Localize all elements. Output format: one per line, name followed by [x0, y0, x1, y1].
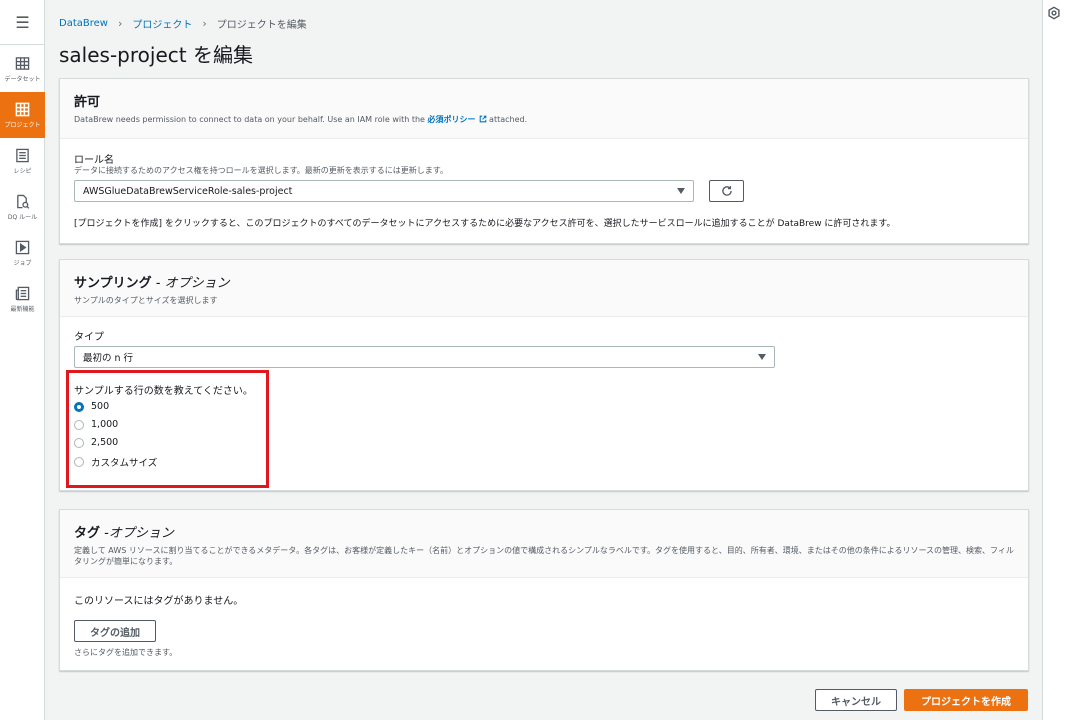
nav-item-label: データセット [4, 75, 41, 83]
cancel-button[interactable]: キャンセル [815, 689, 897, 711]
nav-item-projects[interactable]: プロジェクト [0, 92, 45, 138]
tags-description: 定義して AWS リソースに割り当てることができるメタデータ。各タグは、お客様が… [74, 546, 1014, 566]
add-tag-button[interactable]: タグの追加 [74, 620, 156, 642]
project-grid-icon [15, 102, 30, 116]
radio-option-2500[interactable]: 2,500 [74, 437, 118, 448]
newspaper-icon [15, 286, 30, 300]
sampling-header: サンプリング - オプション サンプルのタイプとサイズを選択します [60, 260, 1028, 317]
nav-item-label: ジョブ [13, 259, 32, 267]
role-name-label: ロール名 [74, 155, 114, 166]
breadcrumb: DataBrew › プロジェクト › プロジェクトを編集 [59, 16, 307, 31]
tags-title-optional: -オプション [100, 526, 174, 541]
nav-item-recipes[interactable]: レシピ [0, 138, 45, 184]
radio-label: 2,500 [91, 437, 119, 448]
nav-divider [0, 44, 45, 45]
caret-down-icon [758, 354, 766, 360]
nav-item-label: プロジェクト [4, 121, 41, 129]
radio-label: 500 [91, 401, 110, 412]
radio-unchecked-icon [74, 437, 84, 448]
chevron-right-icon: › [117, 17, 123, 30]
breadcrumb-databrew[interactable]: DataBrew [59, 18, 108, 29]
radio-unchecked-icon [74, 457, 84, 467]
nav-item-whats-new[interactable]: 最新機能 [0, 276, 45, 322]
left-nav-rail: ☰ データセット プロジェクト レシピ DQ ルール ジョブ 最新機能 [0, 0, 45, 720]
hamburger-icon[interactable]: ☰ [0, 8, 45, 36]
nav-item-jobs[interactable]: ジョブ [0, 230, 45, 276]
right-tools-rail [1042, 0, 1065, 720]
nav-item-label: DQ ルール [7, 213, 38, 221]
nav-item-dq-rules[interactable]: DQ ルール [0, 184, 45, 230]
table-icon [15, 56, 30, 70]
tags-empty-message: このリソースにはタグがありません。 [74, 596, 244, 607]
required-policy-link[interactable]: 必須ポリシー [428, 115, 476, 124]
play-icon [15, 240, 30, 254]
document-search-icon [17, 194, 30, 209]
radio-option-custom[interactable]: カスタムサイズ [74, 455, 157, 469]
radio-option-1000[interactable]: 1,000 [74, 419, 118, 430]
permissions-desc-text-end: attached. [486, 115, 528, 124]
sample-type-label: タイプ [74, 332, 104, 343]
refresh-icon [721, 186, 732, 196]
role-select-value: AWSGlueDataBrewServiceRole-sales-project [83, 185, 293, 197]
sampling-panel: サンプリング - オプション サンプルのタイプとサイズを選択します タイプ 最初… [59, 259, 1029, 491]
sample-type-select[interactable]: 最初の n 行 [74, 346, 775, 368]
refresh-roles-button[interactable] [709, 180, 744, 202]
list-icon [16, 148, 29, 162]
caret-down-icon [677, 188, 685, 194]
add-tag-hint: さらにタグを追加できます。 [74, 648, 178, 657]
tags-panel: タグ -オプション 定義して AWS リソースに割り当てることができるメタデータ… [59, 509, 1029, 671]
radio-checked-icon [74, 401, 84, 412]
sampling-description: サンプルのタイプとサイズを選択します [74, 296, 218, 305]
nav-item-label: 最新機能 [10, 305, 35, 313]
sampling-title-text: サンプリング [74, 276, 152, 291]
sample-rows-label: サンプルする行の数を教えてください。 [74, 386, 253, 397]
permissions-title: 許可 [74, 95, 101, 110]
external-link-icon[interactable] [479, 115, 487, 123]
permissions-note: [プロジェクトを作成] をクリックすると、このプロジェクトのすべてのデータセット… [74, 219, 896, 229]
permissions-desc-text: DataBrew needs permission to connect to … [74, 115, 428, 124]
breadcrumb-projects[interactable]: プロジェクト [132, 16, 192, 31]
create-project-button[interactable]: プロジェクトを作成 [904, 689, 1028, 711]
role-select[interactable]: AWSGlueDataBrewServiceRole-sales-project [74, 180, 694, 202]
sampling-title: サンプリング - オプション [74, 272, 1014, 291]
nav-item-datasets[interactable]: データセット [0, 46, 45, 92]
radio-label: 1,000 [91, 419, 119, 430]
tags-title-text: タグ [74, 526, 101, 541]
tags-header: タグ -オプション 定義して AWS リソースに割り当てることができるメタデータ… [60, 510, 1028, 578]
nav-item-label: レシピ [13, 167, 32, 175]
permissions-header: 許可 DataBrew needs permission to connect … [60, 79, 1028, 139]
permissions-description: DataBrew needs permission to connect to … [74, 114, 1014, 125]
tags-title: タグ -オプション [74, 522, 1014, 541]
main-content: DataBrew › プロジェクト › プロジェクトを編集 sales-proj… [45, 0, 1042, 720]
page-title: sales-project を編集 [59, 43, 253, 67]
sample-type-value: 最初の n 行 [83, 353, 134, 364]
radio-label: カスタムサイズ [91, 458, 158, 469]
sampling-title-optional: - オプション [151, 276, 230, 291]
radio-unchecked-icon [74, 419, 84, 430]
breadcrumb-current: プロジェクトを編集 [216, 20, 307, 31]
role-name-hint: データに接続するためのアクセス権を持つロールを選択します。最新の更新を表示するに… [74, 166, 448, 175]
radio-option-500[interactable]: 500 [74, 401, 109, 412]
permissions-panel: 許可 DataBrew needs permission to connect … [59, 78, 1029, 244]
chevron-right-icon: › [202, 17, 207, 30]
settings-hexagon-icon[interactable] [1047, 6, 1061, 20]
